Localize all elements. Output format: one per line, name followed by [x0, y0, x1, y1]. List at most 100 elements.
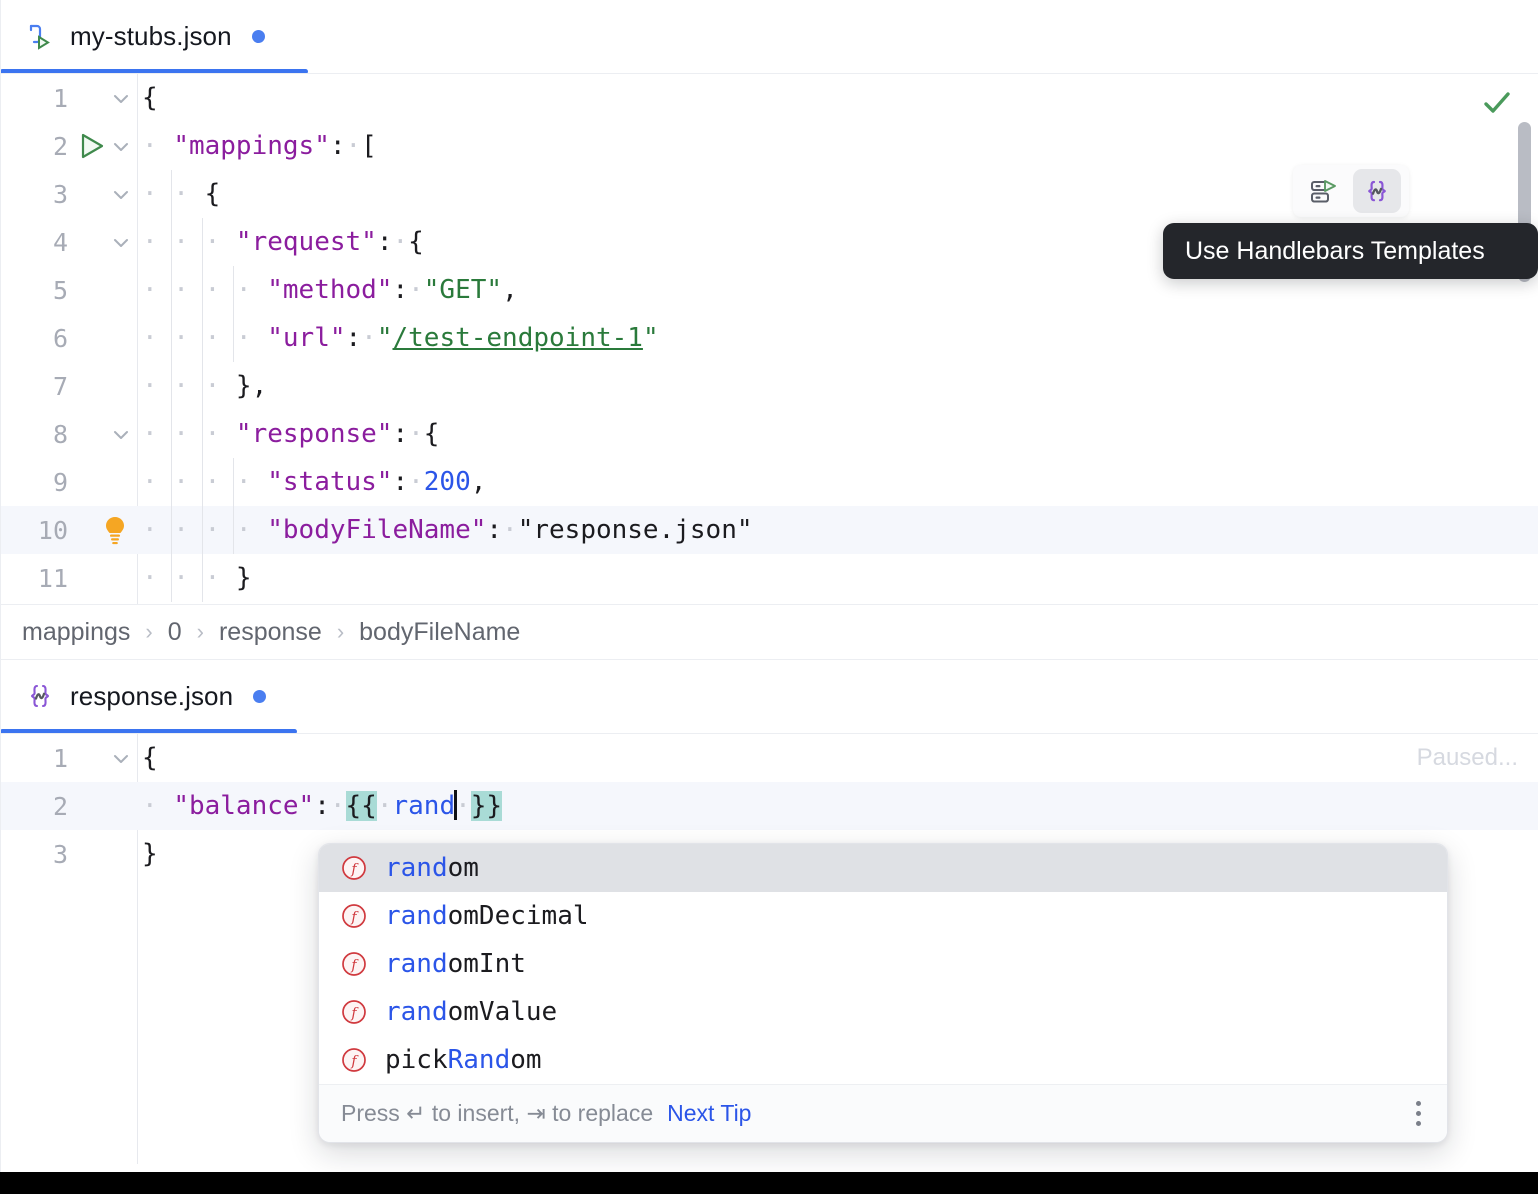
line-gutter [72, 782, 138, 830]
breadcrumb-item[interactable]: 0 [168, 618, 182, 647]
code-line-content: · · · · "bodyFileName":·"response.json" [138, 506, 1538, 554]
completion-rest: omValue [448, 997, 558, 1027]
completion-hint: Press ↵ to insert, ⇥ to replace [341, 1100, 653, 1127]
editor-line[interactable]: 1{ [0, 74, 1538, 122]
fold-chevron-icon[interactable] [110, 88, 132, 110]
line-gutter [72, 362, 138, 410]
bottom-editor-tabbar: response.json [0, 660, 1538, 734]
code-token: }, [236, 371, 267, 401]
completion-item[interactable]: frandom [319, 844, 1447, 892]
code-token: [ [361, 131, 377, 161]
line-gutter [72, 410, 138, 458]
intention-bulb-icon[interactable] [100, 514, 130, 546]
editor-line[interactable]: 8 · · · "response":·{ [0, 410, 1538, 458]
completion-item[interactable]: frandomInt [319, 940, 1447, 988]
code-token: "bodyFileName" [267, 515, 486, 545]
indent-guide [233, 458, 234, 506]
breadcrumb-separator: › [322, 619, 359, 645]
indent-guide [233, 314, 234, 362]
editor-line[interactable]: 2· "balance":·{{·rand·}} [0, 782, 1538, 830]
indent-guide [171, 266, 172, 314]
indent-dots: · · · [142, 563, 236, 593]
line-gutter [72, 170, 138, 218]
ide-window: my-stubs.json 1{2· "mappings":·[3· · {4·… [0, 0, 1538, 1194]
code-line-content: { [138, 74, 1538, 122]
stub-mapping-icon-button[interactable] [1299, 169, 1347, 213]
line-number: 4 [0, 228, 72, 257]
code-token: : [486, 515, 502, 545]
line-gutter [72, 734, 138, 782]
fold-chevron-icon[interactable] [110, 748, 132, 770]
fold-chevron-icon[interactable] [110, 424, 132, 446]
line-gutter [72, 218, 138, 266]
code-token: · [361, 323, 377, 353]
editor-line[interactable]: 2· "mappings":·[ [0, 122, 1538, 170]
editor-line[interactable]: 9· · · · "status":·200, [0, 458, 1538, 506]
breadcrumb[interactable]: mappings›0›response›bodyFileName [0, 604, 1538, 660]
completion-item-label: randomDecimal [385, 901, 589, 931]
completion-item[interactable]: fpickRandom [319, 1036, 1447, 1084]
line-number: 11 [0, 564, 72, 593]
tab-response-json[interactable]: response.json [0, 660, 1538, 732]
indent-guide [202, 362, 203, 410]
completion-rest: omInt [448, 949, 526, 979]
tab-title: response.json [70, 681, 233, 712]
indent-guide [171, 554, 172, 602]
completion-item[interactable]: frandomValue [319, 988, 1447, 1036]
function-icon: f [341, 951, 367, 977]
code-token: { [205, 179, 221, 209]
indent-guide [233, 266, 234, 314]
completion-prefix: pick [385, 1045, 448, 1075]
code-line-content: { [138, 734, 1538, 782]
code-token: : [314, 791, 330, 821]
kebab-menu-icon[interactable] [1410, 1095, 1427, 1132]
top-code-editor[interactable]: 1{2· "mappings":·[3· · {4· · · "request"… [0, 74, 1538, 604]
indent-guide [202, 458, 203, 506]
completion-match: rand [385, 949, 448, 979]
code-token: }} [471, 791, 502, 821]
function-icon: f [341, 1047, 367, 1073]
breadcrumb-item[interactable]: bodyFileName [359, 618, 520, 647]
code-token: { [142, 743, 158, 773]
indent-guide [202, 218, 203, 266]
fold-chevron-icon[interactable] [110, 136, 132, 158]
tooltip: Use Handlebars Templates [1163, 223, 1538, 279]
line-number: 2 [0, 132, 72, 161]
line-number: 5 [0, 276, 72, 305]
editor-float-toolbar [1293, 165, 1409, 217]
function-icon: f [341, 999, 367, 1025]
run-gutter-icon[interactable] [78, 131, 106, 161]
fold-chevron-icon[interactable] [110, 184, 132, 206]
code-line-content: · · · "response":·{ [138, 410, 1538, 458]
tab-my-stubs-json[interactable]: my-stubs.json [0, 0, 1538, 72]
completion-rest: om [510, 1045, 541, 1075]
indent-guide [171, 458, 172, 506]
code-token: · [502, 515, 518, 545]
breadcrumb-item[interactable]: mappings [22, 618, 130, 647]
editor-line[interactable]: 10· · · · "bodyFileName":·"response.json… [0, 506, 1538, 554]
line-gutter [72, 506, 138, 554]
editor-line[interactable]: 7· · · }, [0, 362, 1538, 410]
line-gutter [72, 830, 138, 878]
indent-guide [202, 410, 203, 458]
use-handlebars-templates-button[interactable] [1353, 169, 1401, 213]
completion-item-label: random [385, 853, 479, 883]
tab-title: my-stubs.json [70, 21, 232, 52]
next-tip-link[interactable]: Next Tip [667, 1100, 751, 1127]
code-token: : [392, 419, 408, 449]
code-line-content: · · · } [138, 554, 1538, 602]
completion-item[interactable]: frandomDecimal [319, 892, 1447, 940]
breadcrumb-item[interactable]: response [219, 618, 322, 647]
code-token: "request" [236, 227, 377, 257]
editor-line[interactable]: 11 · · · } [0, 554, 1538, 602]
code-token: , [471, 467, 487, 497]
editor-line[interactable]: 6· · · · "url":·"/test-endpoint-1" [0, 314, 1538, 362]
fold-chevron-icon[interactable] [110, 232, 132, 254]
line-number: 8 [0, 420, 72, 449]
indent-guide [171, 410, 172, 458]
indent-guide [171, 170, 172, 218]
indent-dots: · · · · [142, 515, 267, 545]
completion-popup[interactable]: frandomfrandomDecimalfrandomIntfrandomVa… [318, 843, 1448, 1143]
editor-line[interactable]: 1{ [0, 734, 1538, 782]
line-number: 1 [0, 84, 72, 113]
